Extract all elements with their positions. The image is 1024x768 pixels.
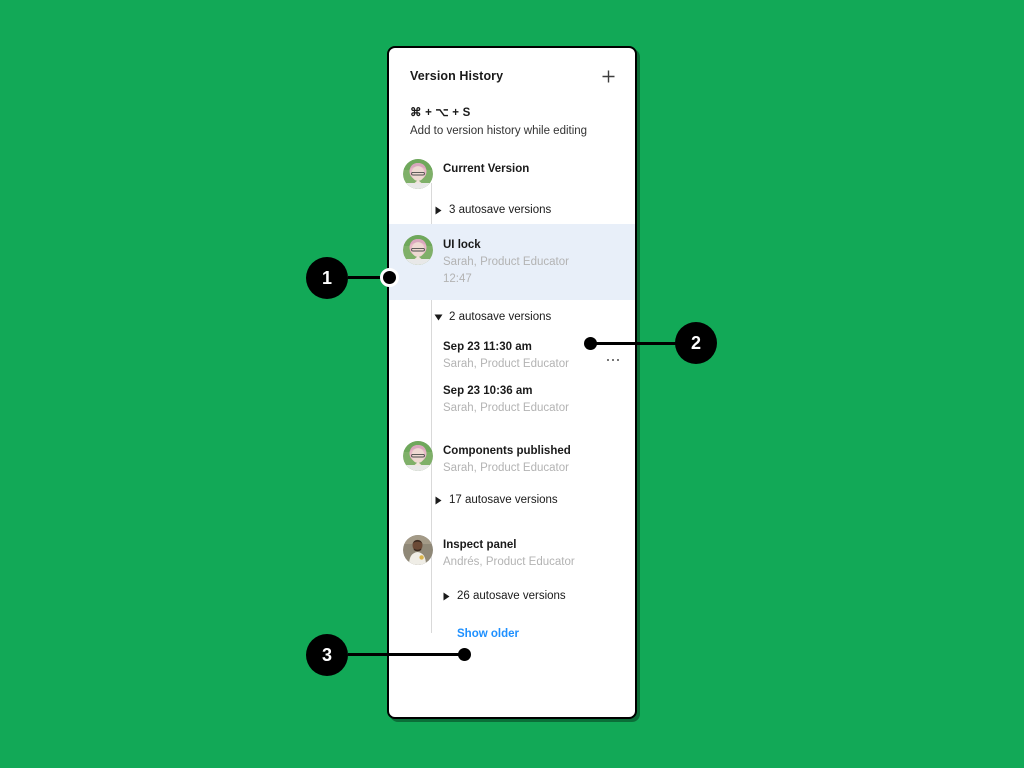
version-time: 12:47 <box>443 273 472 285</box>
shortcut-description: Add to version history while editing <box>410 125 588 137</box>
callout-endpoint-2 <box>584 337 597 350</box>
plus-icon <box>602 70 614 82</box>
dot <box>606 358 609 362</box>
shortcut-hint: ⌘ + ⌥ + S Add to version history while e… <box>389 88 635 140</box>
sarah-avatar-icon <box>403 159 433 189</box>
dot <box>616 358 619 362</box>
version-author: Sarah, Product Educator <box>443 256 569 268</box>
sarah-avatar-icon <box>403 441 433 471</box>
autosave-entry-author: Sarah, Product Educator <box>443 358 569 370</box>
chevron-right-icon <box>433 205 443 215</box>
avatar-andres <box>403 535 433 565</box>
version-title: Components published <box>443 445 571 457</box>
version-author: Sarah, Product Educator <box>443 462 569 474</box>
autosave-group-label: 26 autosave versions <box>457 590 566 602</box>
andres-avatar-icon <box>403 535 433 565</box>
shortcut-keys: ⌘ + ⌥ + S <box>410 107 471 119</box>
chevron-down-icon <box>433 312 443 322</box>
version-row-ui-lock[interactable]: UI lock Sarah, Product Educator 12:47 <box>389 224 635 300</box>
callout-badge-1-number: 1 <box>321 267 332 288</box>
callout-badge-3: 3 <box>306 634 348 676</box>
version-row-text: Components published Sarah, Product Educ… <box>443 441 623 476</box>
autosave-group-3[interactable]: 3 autosave versions <box>389 196 635 224</box>
panel-header: Version History <box>389 48 635 88</box>
autosave-group-label: 3 autosave versions <box>449 204 552 216</box>
callout-badge-1: 1 <box>306 257 348 299</box>
chevron-right-icon <box>441 591 451 601</box>
chevron-right-icon <box>433 495 443 505</box>
version-title: Inspect panel <box>443 539 517 551</box>
autosave-entry-text: Sep 23 10:36 am Sarah, Product Educator <box>443 384 623 416</box>
callout-endpoint-1 <box>380 268 399 287</box>
sarah-avatar-icon <box>403 235 433 265</box>
show-older-link[interactable]: Show older <box>457 626 519 642</box>
callout-endpoint-3 <box>458 648 471 661</box>
callout-badge-3-number: 3 <box>321 644 332 665</box>
version-row-text: UI lock Sarah, Product Educator 12:47 <box>443 235 623 287</box>
show-older-container: Show older <box>389 610 635 650</box>
callout-badge-2-number: 2 <box>690 332 701 353</box>
version-row-current-version[interactable]: Current Version <box>389 152 635 196</box>
avatar-sarah <box>403 159 433 189</box>
avatar-sarah <box>403 235 433 265</box>
dot <box>611 358 614 362</box>
version-row-text: Inspect panel Andrés, Product Educator <box>443 535 623 570</box>
version-row-inspect-panel[interactable]: Inspect panel Andrés, Product Educator <box>389 528 635 577</box>
autosave-group-label: 2 autosave versions <box>449 311 552 323</box>
avatar-sarah <box>403 441 433 471</box>
autosave-entry-title: Sep 23 11:30 am <box>443 341 532 353</box>
version-history-panel: Version History ⌘ + ⌥ + S Add to version… <box>387 46 637 719</box>
autosave-entry-author: Sarah, Product Educator <box>443 402 569 414</box>
add-version-button[interactable] <box>597 65 619 87</box>
autosave-entry-text: Sep 23 11:30 am Sarah, Product Educator <box>443 340 603 372</box>
autosave-group-2[interactable]: 2 autosave versions <box>389 300 635 331</box>
autosave-entry-title: Sep 23 10:36 am <box>443 385 533 397</box>
autosave-group-26[interactable]: 26 autosave versions <box>389 577 635 610</box>
more-horizontal-icon[interactable] <box>603 357 624 364</box>
version-row-components-published[interactable]: Components published Sarah, Product Educ… <box>389 434 635 483</box>
callout-badge-2: 2 <box>675 322 717 364</box>
version-author: Andrés, Product Educator <box>443 556 575 568</box>
version-title: Current Version <box>443 163 530 175</box>
page-title: Version History <box>410 69 504 83</box>
autosave-group-17[interactable]: 17 autosave versions <box>389 483 635 514</box>
version-row-text: Current Version <box>443 159 623 177</box>
version-title: UI lock <box>443 239 481 251</box>
autosave-entry-row[interactable]: Sep 23 11:30 am Sarah, Product Educator <box>389 331 635 378</box>
autosave-entry-row[interactable]: Sep 23 10:36 am Sarah, Product Educator <box>389 378 635 422</box>
autosave-group-label: 17 autosave versions <box>449 494 558 506</box>
callout-line-3 <box>348 653 468 656</box>
